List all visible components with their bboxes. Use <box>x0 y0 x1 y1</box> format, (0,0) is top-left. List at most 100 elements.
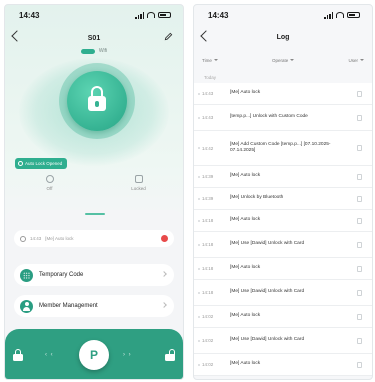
log-row[interactable]: 14:02 [Me] Use [Dawid] Unlock with Card <box>194 328 372 354</box>
lock-log-icon <box>357 217 362 224</box>
lock-log-icon <box>357 195 362 202</box>
timeline-dot <box>198 267 200 270</box>
recent-log-item[interactable]: 14:43 [Me] Auto lock <box>14 230 174 247</box>
section-label: Today <box>204 75 217 80</box>
log-text: [Me] Use [Dawid] Unlock with Card <box>230 241 305 247</box>
status-off-label: Off <box>46 186 53 191</box>
lock-status-icon <box>134 175 143 183</box>
log-text: [Me] Use [Dawid] Unlock with Card <box>230 337 305 343</box>
log-time: 14:02 <box>202 338 214 343</box>
timeline-dot <box>198 243 200 246</box>
unlock-icon[interactable] <box>165 349 175 361</box>
clock-icon <box>18 161 23 166</box>
wifi-label: Wifi <box>98 48 108 54</box>
menu-item-member-management[interactable]: Member Management <box>14 295 174 317</box>
status-locked: Locked <box>94 175 183 191</box>
lock-icon[interactable] <box>13 349 23 361</box>
wifi-icon <box>147 12 155 18</box>
filter-user[interactable]: User <box>348 58 364 63</box>
lock-log-icon <box>357 289 362 296</box>
log-time: 14:18 <box>202 242 214 247</box>
log-text: [Me] Use [Dawid] Unlock with Card <box>230 289 305 295</box>
header: Log <box>194 27 372 47</box>
edit-icon[interactable] <box>164 32 173 41</box>
filter-operate[interactable]: Operate <box>272 57 295 63</box>
log-text: [Me] Auto lock <box>230 90 261 96</box>
log-list: 14:43 [Me] Auto lock 14:43 [temp.p...] Unl… <box>194 83 372 376</box>
log-time: 14:02 <box>202 314 214 319</box>
log-row[interactable]: 14:18 [Me] Auto lock <box>194 210 372 232</box>
log-row[interactable]: 14:02 [Me] Auto lock <box>194 354 372 376</box>
lock-log-icon <box>357 114 362 121</box>
timeline-dot <box>198 315 200 318</box>
recent-log-time: 14:43 <box>30 236 42 241</box>
battery-icon <box>158 12 171 18</box>
timeline-dot <box>198 116 200 119</box>
timeline-dot <box>198 339 200 342</box>
chevron-right-icon <box>161 271 167 277</box>
wifi-indicator <box>80 48 95 54</box>
lock-log-icon <box>357 265 362 272</box>
autolock-label: Auto Lock Opened <box>25 161 63 166</box>
screenshot-stage: 14:43 S01 Wifi Auto Lock Opened Off Lock… <box>0 0 375 382</box>
lock-log-icon <box>357 145 362 151</box>
menu-item-temporary-code[interactable]: Temporary Code <box>14 264 174 286</box>
filter-bar: Time Operate User <box>194 51 372 69</box>
log-time: 14:43 <box>202 115 214 120</box>
log-text: [Me] Auto lock <box>230 313 261 319</box>
filter-label: Operate <box>272 57 289 63</box>
log-text: [Me] Unlock by Bluetooth <box>230 195 284 201</box>
caret-down-icon <box>213 59 218 61</box>
log-time: 14:39 <box>202 196 214 201</box>
log-row[interactable]: 14:42 [Me] Add Custom Code [temp.p...] [0… <box>194 131 372 166</box>
lock-log-icon <box>357 361 362 368</box>
page-title: Log <box>276 33 290 41</box>
back-icon[interactable] <box>11 30 23 42</box>
sheet-grabber[interactable] <box>85 213 105 215</box>
log-time: 14:02 <box>202 362 214 367</box>
back-icon[interactable] <box>200 30 212 42</box>
log-text: [Me] Auto lock <box>230 265 261 271</box>
lock-log-icon <box>357 337 362 344</box>
header: S01 <box>5 27 183 49</box>
log-text: [Me] Auto lock <box>230 173 261 179</box>
power-icon <box>45 175 54 183</box>
menu-item-label: Member Management <box>39 303 98 309</box>
filter-label: User <box>348 57 358 63</box>
log-text: [temp.p...] Unlock with Custom Code <box>230 114 308 120</box>
recent-log-text: [Me] Auto lock <box>45 236 74 241</box>
status-icons <box>324 11 360 19</box>
user-icon <box>20 299 33 313</box>
log-row[interactable]: 14:43 [Me] Auto lock <box>194 83 372 105</box>
lock-log-icon <box>357 313 362 320</box>
swipe-unlock-button[interactable]: P <box>79 340 109 370</box>
status-time: 14:43 <box>208 10 229 20</box>
lock-log-icon <box>357 173 362 180</box>
log-row[interactable]: 14:18 [Me] Use [Dawid] Unlock with Card <box>194 280 372 306</box>
lock-toggle-button[interactable] <box>67 71 127 131</box>
log-time: 14:39 <box>202 174 214 179</box>
lock-log-icon <box>357 90 362 97</box>
log-row[interactable]: 14:18 [Me] Auto lock <box>194 258 372 280</box>
log-text: [Me] Auto lock <box>230 217 261 223</box>
signal-icon <box>324 11 333 19</box>
status-bar: 14:43 <box>5 5 183 25</box>
caret-down-icon <box>360 59 364 61</box>
autolock-badge[interactable]: Auto Lock Opened <box>15 158 68 169</box>
status-off: Off <box>5 175 94 191</box>
status-bar: 14:43 <box>194 5 372 25</box>
unlock-control-bar: ‹ ‹ P › › <box>5 329 183 379</box>
connection-status: Wifi <box>5 48 183 54</box>
log-row[interactable]: 14:02 [Me] Auto lock <box>194 306 372 328</box>
swipe-right-icon: › › <box>123 352 132 358</box>
status-time: 14:43 <box>19 10 40 20</box>
log-screen: 14:43 Log Time Operate User Today 14:43 [… <box>193 4 373 380</box>
log-row[interactable]: 14:39 [Me] Unlock by Bluetooth <box>194 188 372 210</box>
log-row[interactable]: 14:39 [Me] Auto lock <box>194 166 372 188</box>
status-row: Off Locked <box>5 175 183 191</box>
timeline-dot <box>198 175 200 178</box>
log-row[interactable]: 14:43 [temp.p...] Unlock with Custom Code <box>194 105 372 131</box>
log-row[interactable]: 14:18 [Me] Use [Dawid] Unlock with Card <box>194 232 372 258</box>
timeline-dot <box>198 363 200 366</box>
filter-time[interactable]: Time <box>202 58 218 63</box>
